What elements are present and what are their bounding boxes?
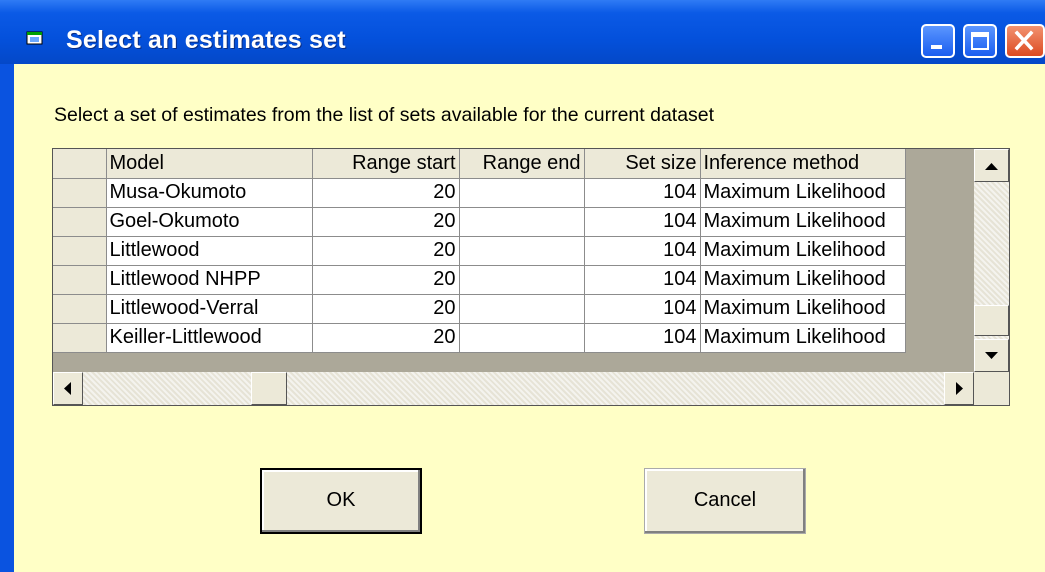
cell-range-end[interactable] (459, 265, 585, 295)
scroll-right-button[interactable] (944, 372, 974, 405)
column-header-model[interactable]: Model (106, 149, 313, 179)
cell-inference-method[interactable]: Maximum Likelihood (700, 236, 906, 266)
scroll-up-arrow-icon (985, 163, 998, 170)
cell-set-size[interactable]: 104 (584, 207, 701, 237)
cell-inference-method[interactable]: Maximum Likelihood (700, 207, 906, 237)
cell-range-end[interactable] (459, 236, 585, 266)
scrollbar-corner (974, 372, 1009, 405)
title-bar[interactable]: Select an estimates set (0, 0, 1045, 64)
cell-model[interactable]: Goel-Okumoto (106, 207, 313, 237)
cell-inference-method[interactable]: Maximum Likelihood (700, 323, 906, 353)
cell-model[interactable]: Musa-Okumoto (106, 178, 313, 208)
cell-inference-method[interactable]: Maximum Likelihood (700, 178, 906, 208)
dialog-window: Select an estimates set Select a set of … (0, 0, 1045, 572)
cell-range-end[interactable] (459, 207, 585, 237)
cancel-button[interactable]: Cancel (644, 468, 806, 534)
cell-range-start[interactable]: 20 (312, 294, 460, 324)
scroll-right-arrow-icon (956, 382, 963, 395)
table-row[interactable]: Musa-Okumoto 20 104 Maximum Likelihood (53, 178, 906, 208)
row-selector[interactable] (53, 294, 107, 324)
column-header-range-start[interactable]: Range start (312, 149, 460, 179)
cell-set-size[interactable]: 104 (584, 265, 701, 295)
instruction-text: Select a set of estimates from the list … (54, 104, 715, 126)
window-title: Select an estimates set (66, 26, 346, 54)
cell-range-start[interactable]: 20 (312, 236, 460, 266)
minimize-button[interactable] (921, 24, 955, 58)
row-selector[interactable] (53, 323, 107, 353)
cell-range-start[interactable]: 20 (312, 323, 460, 353)
cell-range-end[interactable] (459, 178, 585, 208)
scroll-up-button[interactable] (974, 149, 1009, 182)
cell-range-start[interactable]: 20 (312, 207, 460, 237)
table-row[interactable]: Littlewood NHPP 20 104 Maximum Likelihoo… (53, 265, 906, 295)
vertical-scrollbar[interactable] (974, 149, 1009, 372)
horizontal-scrollbar[interactable] (53, 372, 974, 405)
scroll-left-button[interactable] (53, 372, 83, 405)
maximize-icon (971, 32, 989, 50)
column-header-set-size[interactable]: Set size (584, 149, 701, 179)
cell-range-start[interactable]: 20 (312, 178, 460, 208)
cell-range-end[interactable] (459, 294, 585, 324)
scroll-left-arrow-icon (64, 382, 71, 395)
close-icon (1014, 30, 1034, 51)
scroll-down-arrow-icon (985, 352, 998, 359)
vertical-scroll-thumb[interactable] (974, 305, 1009, 336)
row-selector[interactable] (53, 236, 107, 266)
cell-model[interactable]: Littlewood NHPP (106, 265, 313, 295)
cell-set-size[interactable]: 104 (584, 323, 701, 353)
cell-model[interactable]: Keiller-Littlewood (106, 323, 313, 353)
scroll-down-button[interactable] (974, 339, 1009, 372)
estimates-table: Model Range start Range end Set size Inf… (53, 149, 906, 353)
row-selector[interactable] (53, 265, 107, 295)
horizontal-scroll-thumb[interactable] (251, 372, 287, 405)
cell-set-size[interactable]: 104 (584, 178, 701, 208)
row-selector[interactable] (53, 178, 107, 208)
table-row[interactable]: Littlewood 20 104 Maximum Likelihood (53, 236, 906, 266)
cell-range-start[interactable]: 20 (312, 265, 460, 295)
cell-inference-method[interactable]: Maximum Likelihood (700, 294, 906, 324)
minimize-icon (931, 45, 942, 49)
table-row[interactable]: Goel-Okumoto 20 104 Maximum Likelihood (53, 207, 906, 237)
close-button[interactable] (1005, 24, 1045, 58)
cell-set-size[interactable]: 104 (584, 236, 701, 266)
dialog-body: Select a set of estimates from the list … (14, 64, 1045, 572)
window-app-icon (26, 31, 43, 45)
column-header-inference-method[interactable]: Inference method (700, 149, 906, 179)
ok-button[interactable]: OK (260, 468, 422, 534)
cell-inference-method[interactable]: Maximum Likelihood (700, 265, 906, 295)
cell-set-size[interactable]: 104 (584, 294, 701, 324)
column-header-range-end[interactable]: Range end (459, 149, 585, 179)
cell-model[interactable]: Littlewood (106, 236, 313, 266)
table-header-row: Model Range start Range end Set size Inf… (53, 149, 906, 179)
table-row[interactable]: Keiller-Littlewood 20 104 Maximum Likeli… (53, 323, 906, 353)
header-corner-cell[interactable] (53, 149, 107, 179)
row-selector[interactable] (53, 207, 107, 237)
maximize-button[interactable] (963, 24, 997, 58)
cell-range-end[interactable] (459, 323, 585, 353)
estimates-grid[interactable]: Model Range start Range end Set size Inf… (52, 148, 1010, 406)
cell-model[interactable]: Littlewood-Verral (106, 294, 313, 324)
table-row[interactable]: Littlewood-Verral 20 104 Maximum Likelih… (53, 294, 906, 324)
